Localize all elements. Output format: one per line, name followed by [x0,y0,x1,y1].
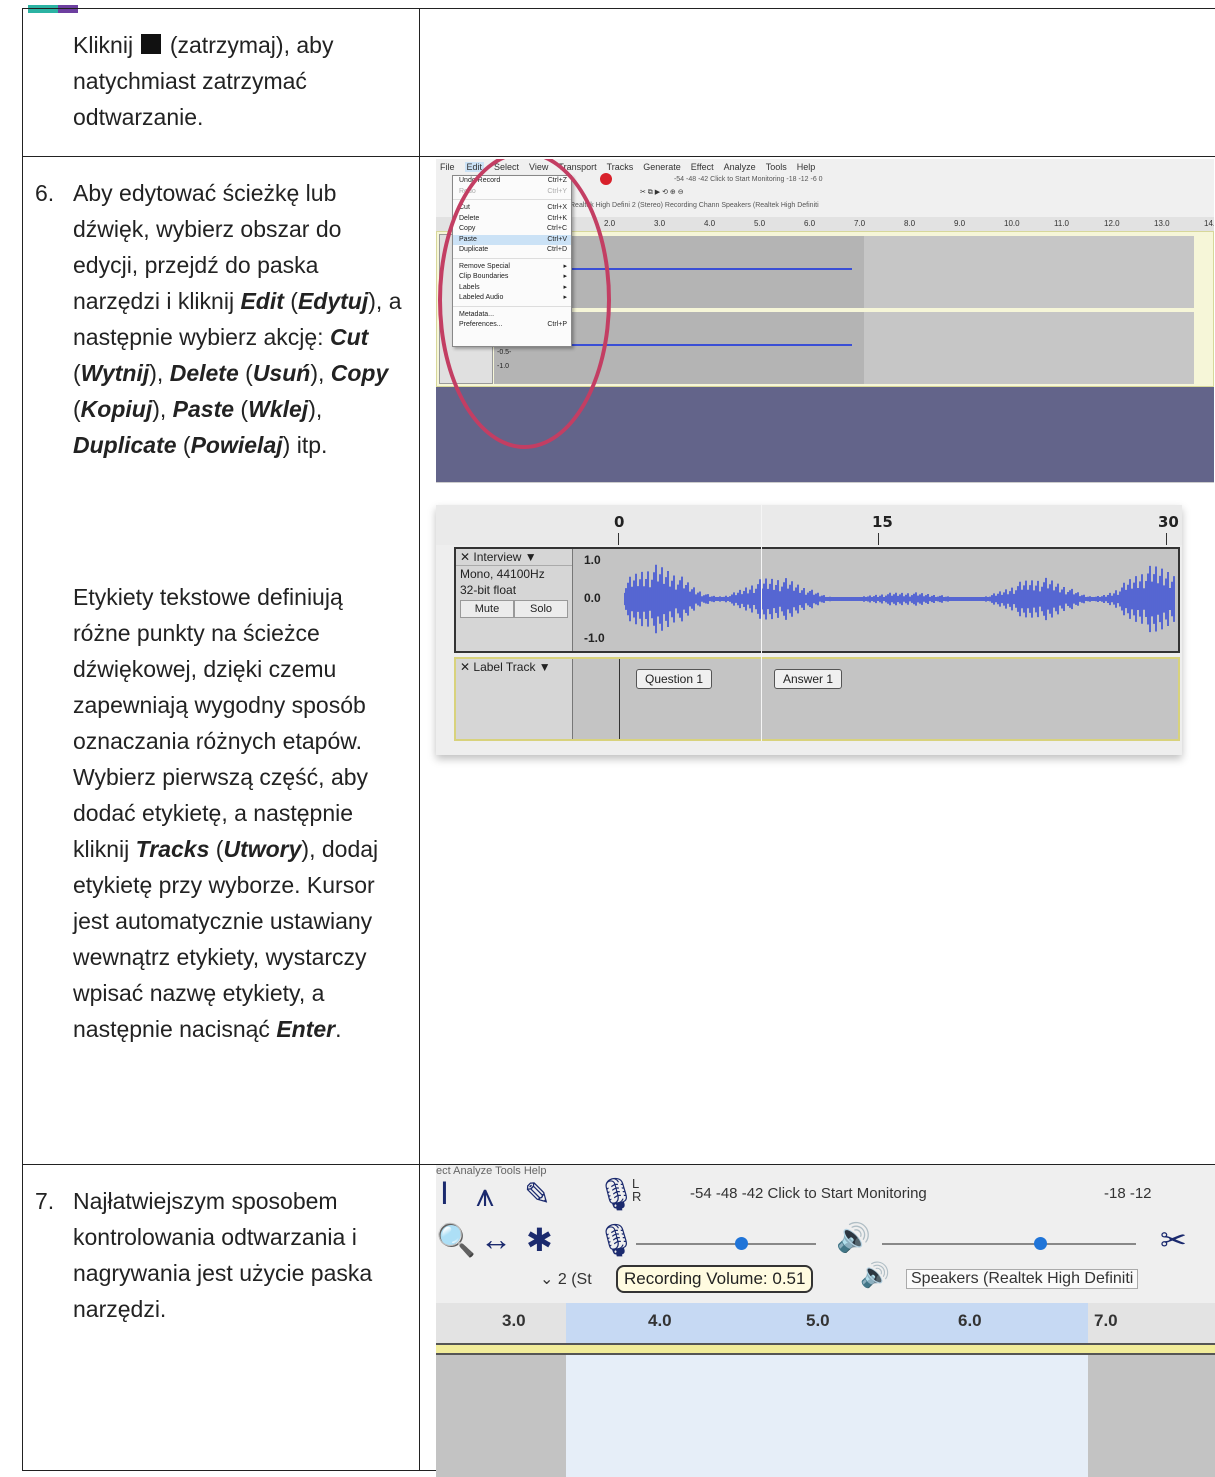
stop-icon [141,34,161,54]
audacity-edit-menu-screenshot: FileEditSelectViewTransportTracksGenerat… [436,159,1214,483]
cut-icon[interactable]: ✂ [1160,1221,1187,1259]
dropdown-icon[interactable]: ▼ [539,660,551,674]
label-answer-1[interactable]: Answer 1 [774,669,842,689]
step-number: 7. [35,1183,73,1327]
timeline-ruler: 3.0 4.0 5.0 6.0 7.0 [436,1303,1215,1343]
ruler-label: 3.0 [654,219,665,228]
device-selectors: Realtek High Defini 2 (Stereo) Recording… [570,199,1210,212]
logo-strip [28,0,98,8]
ruler-label: 8.0 [904,219,915,228]
step6-paragraph: Aby edytować ścieżkę lub dźwięk, wybierz… [73,175,409,463]
timeline-ruler: 0 15 30 [436,505,1182,545]
row3-image-cell: ect Analyze Tools Help I ⩚ ✎ 🎙 LR -54 -4… [420,1165,1215,1471]
labels-paragraph: Etykiety tekstowe definiują różne punkty… [23,463,419,1059]
recording-volume-tooltip: Recording Volume: 0.51 [616,1265,813,1293]
playback-device-select[interactable]: Speakers (Realtek High Definiti [906,1269,1138,1289]
ruler-label: 13.0 [1154,219,1170,228]
menu-tools[interactable]: Tools [766,162,787,172]
ruler-label: 12.0 [1104,219,1120,228]
record-icon [600,173,612,185]
recording-volume-icon: 🎙 [596,1221,637,1259]
ruler-label: 14.0 [1204,219,1214,228]
label-track-panel: ✕ Label Track ▼ [456,659,573,739]
menu-file[interactable]: File [440,162,455,172]
menu-effect[interactable]: Effect [691,162,714,172]
row1-image-cell [420,9,1215,157]
close-icon[interactable]: ✕ [460,660,470,674]
label-track: ✕ Label Track ▼ Question 1 Answer 1 [454,657,1180,741]
monitor-meter[interactable]: -54 -48 -42 Click to Start Monitoring [690,1185,927,1202]
meter-right: -18 -12 [1104,1185,1152,1202]
ruler-label: 2.0 [604,219,615,228]
envelope-tool-icon[interactable]: ⩚ [476,1177,494,1215]
track-area [436,1355,1215,1477]
mute-button[interactable]: Mute [460,600,514,618]
close-icon[interactable]: ✕ [460,550,470,564]
playback-volume-slider[interactable] [882,1243,1136,1245]
audio-track: ✕ Interview ▼ Mono, 44100Hz 32-bit float… [454,547,1180,653]
ruler-label: 15 [872,513,893,531]
recording-channels-select[interactable]: ⌄ 2 (St [540,1269,592,1289]
ruler-label: 10.0 [1004,219,1020,228]
ruler-label: 6.0 [804,219,815,228]
recording-volume-slider[interactable] [636,1243,816,1245]
recording-volume-knob[interactable] [735,1237,748,1250]
draw-tool-icon[interactable]: ✎ [524,1175,551,1213]
ruler-label: 30 [1158,513,1179,531]
ruler-label: 9.0 [954,219,965,228]
ruler-label: 7.0 [854,219,865,228]
selection-tool-icon[interactable]: I [440,1175,449,1212]
speaker-icon: 🔊 [836,1221,871,1254]
step-number: 6. [35,175,73,463]
meter-text: -54 -48 -42 Click to Start Monitoring -1… [674,176,823,183]
row1-text-cell: Kliknij (zatrzymaj), aby natychmiast zat… [23,9,420,157]
ruler-label: 4.0 [704,219,715,228]
track-control-panel: ✕ Interview ▼ Mono, 44100Hz 32-bit float… [456,549,573,651]
menu-help[interactable]: Help [797,162,816,172]
highlight-circle [438,159,611,449]
instruction-table: Kliknij (zatrzymaj), aby natychmiast zat… [22,8,1215,1471]
row2-image-cell: FileEditSelectViewTransportTracksGenerat… [420,157,1215,1165]
track-bit-depth: 32-bit float [456,582,572,598]
zoom-tool-icon[interactable]: 🔍 [436,1221,476,1259]
menu-analyze[interactable]: Analyze [724,162,756,172]
track-name[interactable]: Interview [473,550,521,564]
amplitude-scale: 1.0 0.0 -1.0 [574,549,620,651]
row1-text-a: Kliknij [73,32,133,58]
track-border [436,1343,1215,1355]
time-shift-tool-icon[interactable]: ↔ [480,1221,512,1258]
meter-lr: LR [632,1177,641,1203]
toolbar: -54 -48 -42 Click to Start Monitoring -1… [570,173,1210,215]
waveform-path [624,565,1174,634]
menu-tracks[interactable]: Tracks [607,162,634,172]
ruler-label: 5.0 [754,219,765,228]
label-question-1[interactable]: Question 1 [636,669,712,689]
step7-paragraph: Najłatwiejszym sposobem kontrolowania od… [73,1183,409,1327]
microphone-icon[interactable]: 🎙 [596,1175,637,1213]
multi-tool-icon[interactable]: ✱ [526,1221,553,1259]
dropdown-icon[interactable]: ▼ [525,550,537,564]
ruler-label: 0 [614,513,624,531]
label-track-name[interactable]: Label Track [473,660,535,674]
row3-text-cell: 7. Najłatwiejszym sposobem kontrolowania… [23,1165,420,1471]
audio-waveform [624,553,1176,647]
audacity-label-track-screenshot: 0 15 30 ✕ Interview ▼ Mono, 44100Hz 32-b… [436,505,1182,755]
playback-volume-knob[interactable] [1034,1237,1047,1250]
top-menu: ect Analyze Tools Help [436,1165,1215,1179]
speaker-icon: 🔊 [860,1261,890,1290]
ruler-label: 11.0 [1054,219,1069,228]
solo-button[interactable]: Solo [514,600,568,618]
audacity-toolbar-screenshot: ect Analyze Tools Help I ⩚ ✎ 🎙 LR -54 -4… [436,1165,1215,1477]
row2-text-cell: 6. Aby edytować ścieżkę lub dźwięk, wybi… [23,157,420,1165]
play-cursor [761,505,762,741]
menu-generate[interactable]: Generate [643,162,681,172]
track-format: Mono, 44100Hz [456,566,572,582]
